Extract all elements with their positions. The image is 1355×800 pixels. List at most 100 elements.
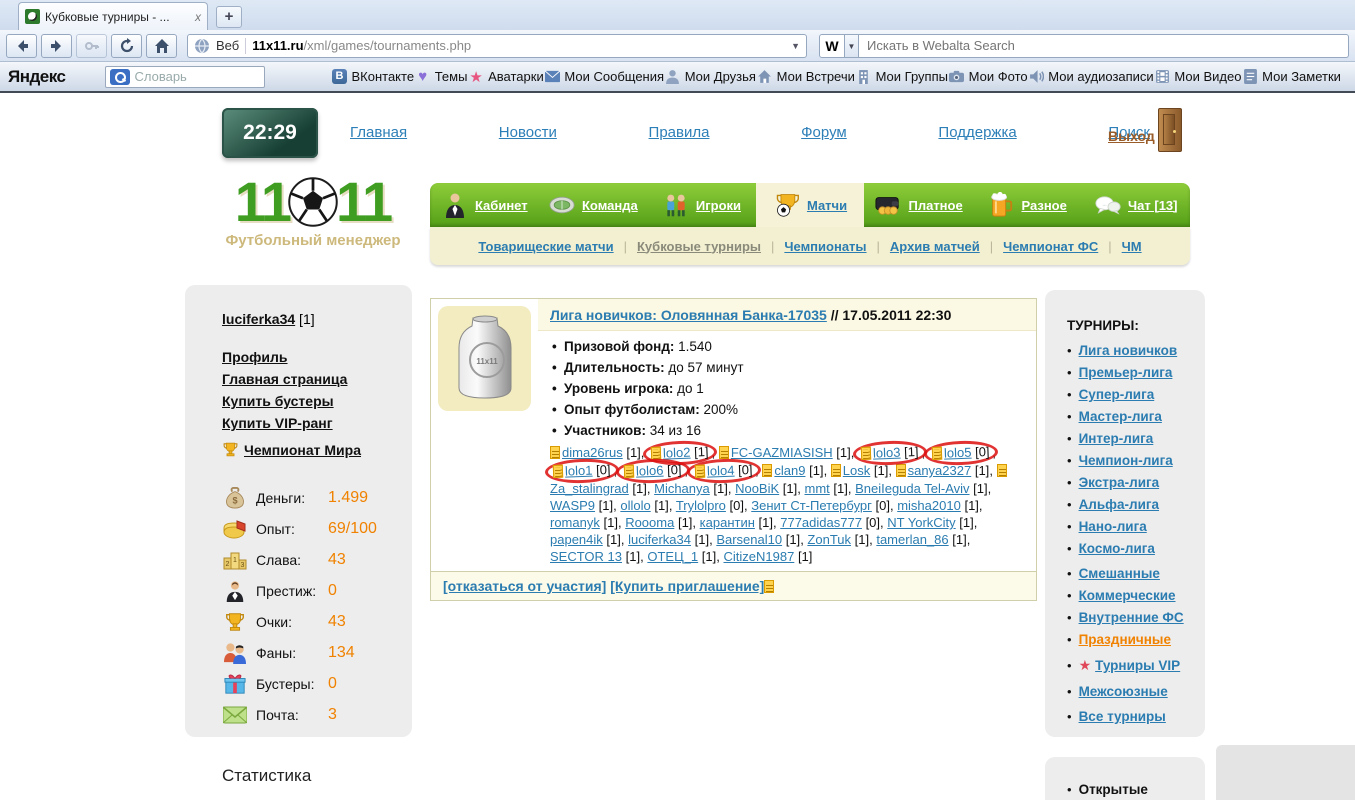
bookmark-vk[interactable]: ВВКонтакте [331,69,414,85]
menu-tab-trophyball[interactable]: Матчи [756,183,865,227]
decline-participation-link[interactable]: [отказаться от участия] [443,578,606,594]
web-search-input[interactable] [859,34,1349,58]
top-nav-link[interactable]: Форум [801,124,847,141]
participant-link[interactable]: NT YorkCity [887,515,955,530]
participant-link[interactable]: misha2010 [897,498,961,513]
url-text[interactable]: 11x11.ru/xml/games/tournaments.php [252,38,785,53]
address-bar[interactable]: Веб 11x11.ru/xml/games/tournaments.php ▼ [187,34,807,58]
forward-button[interactable] [41,34,72,58]
participant-link[interactable]: Za_stalingrad [550,481,629,496]
menu-tab-players[interactable]: Игроки [647,183,756,227]
participant-link[interactable]: BneiIeguda Tel-Aviv [855,481,969,496]
tournament-link[interactable]: Лига новичков [1079,343,1178,358]
world-cup-link[interactable]: Чемпионат Мира [244,442,361,458]
tournament-link[interactable]: Нано-лига [1079,519,1147,534]
participant-link[interactable]: CitizeN1987 [723,549,794,564]
submenu-link[interactable]: Архив матчей [890,239,980,254]
browser-tab[interactable]: Кубковые турниры - ... x [18,2,208,30]
participant-link[interactable]: ollolo [620,498,650,513]
submenu-link[interactable]: Кубковые турниры [637,239,761,254]
menu-tab-wallet[interactable]: Платное [864,183,973,227]
bookmark-envelope[interactable]: Мои Сообщения [544,69,664,85]
tournament-link[interactable]: Чемпион-лига [1079,453,1173,468]
bookmark-speaker[interactable]: Мои аудиозаписи [1028,69,1153,85]
search-engine-button[interactable]: W [819,34,845,58]
participant-link[interactable]: NooBiK [735,481,779,496]
participant-link[interactable]: ZonTuk [807,532,851,547]
bookmark-note[interactable]: Мои Заметки [1242,69,1341,85]
site-logo[interactable]: 11 11 Футбольный менеджер [218,176,408,249]
participant-link[interactable]: lolo2 [663,445,691,461]
participant-link[interactable]: lolo3 [873,445,901,461]
top-nav-link[interactable]: Новости [499,124,557,141]
participant-link[interactable]: карантин [700,515,755,530]
participant-link[interactable]: lolo5 [944,445,972,461]
participant-link[interactable]: papen4ik [550,532,603,547]
participant-link[interactable]: tamerlan_86 [876,532,948,547]
bookmark-building[interactable]: Мои Группы [856,69,948,85]
participant-link[interactable]: Losk [843,463,870,478]
tab-close-icon[interactable]: x [195,10,201,24]
participant-link[interactable]: SECTOR 13 [550,549,622,564]
sidebar-link[interactable]: Купить VIP-ранг [222,415,412,431]
bookmark-house[interactable]: Мои Встречи [757,69,855,85]
buy-invitation-link[interactable]: [Купить приглашение] [610,578,764,594]
submenu-link[interactable]: Чемпионаты [784,239,866,254]
tournament-link[interactable]: Все турниры [1079,709,1166,724]
username-link[interactable]: luciferka34 [222,311,295,327]
participant-link[interactable]: sanya2327 [908,463,972,478]
tournament-title-link[interactable]: Лига новичков: Оловянная Банка-17035 [550,307,827,323]
sidebar-link[interactable]: Купить бустеры [222,393,412,409]
tournament-link[interactable]: Интер-лига [1079,431,1154,446]
participant-link[interactable]: Зенит Ст-Петербург [751,498,872,513]
participant-link[interactable]: 777adidas777 [780,515,862,530]
search-engine-dropdown-icon[interactable]: ▼ [845,34,859,58]
sidebar-link[interactable]: Профиль [222,349,412,365]
participant-link[interactable]: luciferka34 [628,532,691,547]
participant-link[interactable]: mmt [804,481,829,496]
menu-tab-beer[interactable]: Разное [973,183,1082,227]
participant-link[interactable]: Roooma [625,515,674,530]
bookmark-heart[interactable]: ♥Темы [415,69,468,85]
bookmark-camera[interactable]: Мои Фото [949,69,1028,85]
participant-link[interactable]: clan9 [774,463,805,478]
tournament-link[interactable]: Межсоюзные [1079,684,1168,699]
participant-link[interactable]: dima26rus [562,445,623,460]
tournament-link[interactable]: Космо-лига [1079,541,1155,556]
tournament-link[interactable]: Мастер-лига [1079,409,1162,424]
dictionary-search[interactable]: Словарь [105,66,265,88]
submenu-link[interactable]: Чемпионат ФС [1003,239,1098,254]
address-dropdown-icon[interactable]: ▼ [791,41,800,51]
participant-link[interactable]: Barsenal10 [716,532,782,547]
tournament-link[interactable]: Турниры VIP [1095,658,1180,673]
logout-link[interactable]: Выход [1108,128,1155,144]
sidebar-link[interactable]: Главная страница [222,371,412,387]
participant-link[interactable]: romanyk [550,515,600,530]
participant-link[interactable]: lolo4 [706,463,734,479]
yandex-logo[interactable]: Яндекс [8,67,65,87]
top-nav-link[interactable]: Главная [350,124,407,141]
back-button[interactable] [6,34,37,58]
bookmark-film[interactable]: Мои Видео [1154,69,1241,85]
top-nav-link[interactable]: Правила [649,124,710,141]
key-icon-button[interactable] [76,34,107,58]
tournament-link[interactable]: Альфа-лига [1079,497,1159,512]
tournament-link[interactable]: Внутренние ФС [1079,610,1184,625]
participant-link[interactable]: WASP9 [550,498,595,513]
submenu-link[interactable]: ЧМ [1122,239,1142,254]
new-tab-button[interactable]: + [216,6,242,28]
tournament-link[interactable]: Коммерческие [1079,588,1176,603]
home-button[interactable] [146,34,177,58]
submenu-link[interactable]: Товарищеские матчи [478,239,613,254]
exit-door-icon[interactable] [1158,108,1182,152]
tournament-link[interactable]: Праздничные [1079,632,1171,647]
participant-link[interactable]: ОТЕЦ_1 [647,549,698,564]
menu-tab-suitman[interactable]: Кабинет [430,183,539,227]
tournament-link[interactable]: Экстра-лига [1079,475,1160,490]
tournament-link[interactable]: Смешанные [1079,566,1160,581]
refresh-button[interactable] [111,34,142,58]
bookmark-star[interactable]: ★Аватарки [468,69,544,85]
participant-link[interactable]: lolo1 [565,463,593,479]
participant-link[interactable]: Michanya [654,481,710,496]
participant-link[interactable]: FC-GAZMIASISH [731,445,833,460]
